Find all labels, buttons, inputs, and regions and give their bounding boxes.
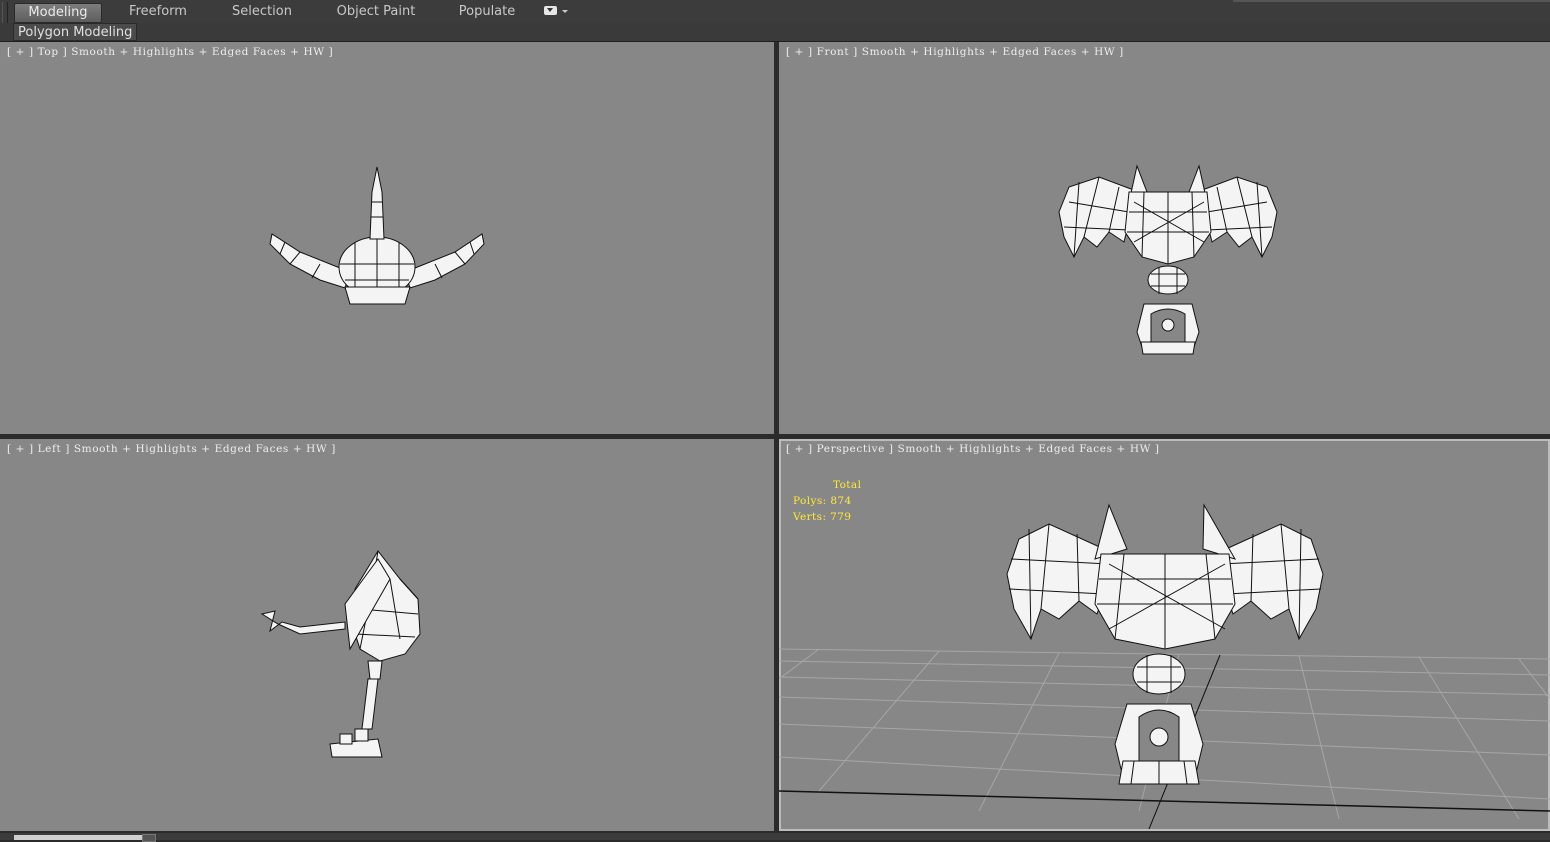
tab-populate[interactable]: Populate (454, 3, 520, 21)
ground-axis (779, 790, 1550, 812)
perspective-view-model (779, 503, 1550, 830)
tab-modeling[interactable]: Modeling (14, 3, 102, 23)
viewport-perspective[interactable]: [ + ] Perspective ] Smooth + Highlights … (779, 439, 1550, 831)
tab-freeform[interactable]: Freeform (122, 3, 194, 21)
ribbon-panel-bar: Polygon Modeling (0, 23, 1550, 42)
polygon-modeling-panel[interactable]: Polygon Modeling (13, 23, 138, 41)
tab-selection[interactable]: Selection (226, 3, 298, 21)
ribbon-options-icon[interactable] (544, 6, 557, 15)
ribbon-tabs: Modeling Freeform Selection Object Paint… (0, 0, 1550, 40)
front-view-model (1058, 164, 1278, 355)
viewport-left[interactable]: [ + ] Left ] Smooth + Highlights + Edged… (0, 439, 774, 831)
top-view-model (269, 166, 485, 305)
tab-object-paint[interactable]: Object Paint (334, 3, 418, 21)
chevron-down-icon[interactable] (562, 10, 568, 13)
viewport-top[interactable]: [ + ] Top ] Smooth + Highlights + Edged … (0, 42, 774, 434)
divider (1233, 0, 1550, 2)
time-slider[interactable] (14, 835, 142, 840)
time-slider-next-button[interactable] (142, 834, 156, 842)
time-slider-bar (0, 833, 1550, 842)
left-view-model (260, 550, 421, 758)
viewport-front[interactable]: [ + ] Front ] Smooth + Highlights + Edge… (779, 42, 1550, 434)
